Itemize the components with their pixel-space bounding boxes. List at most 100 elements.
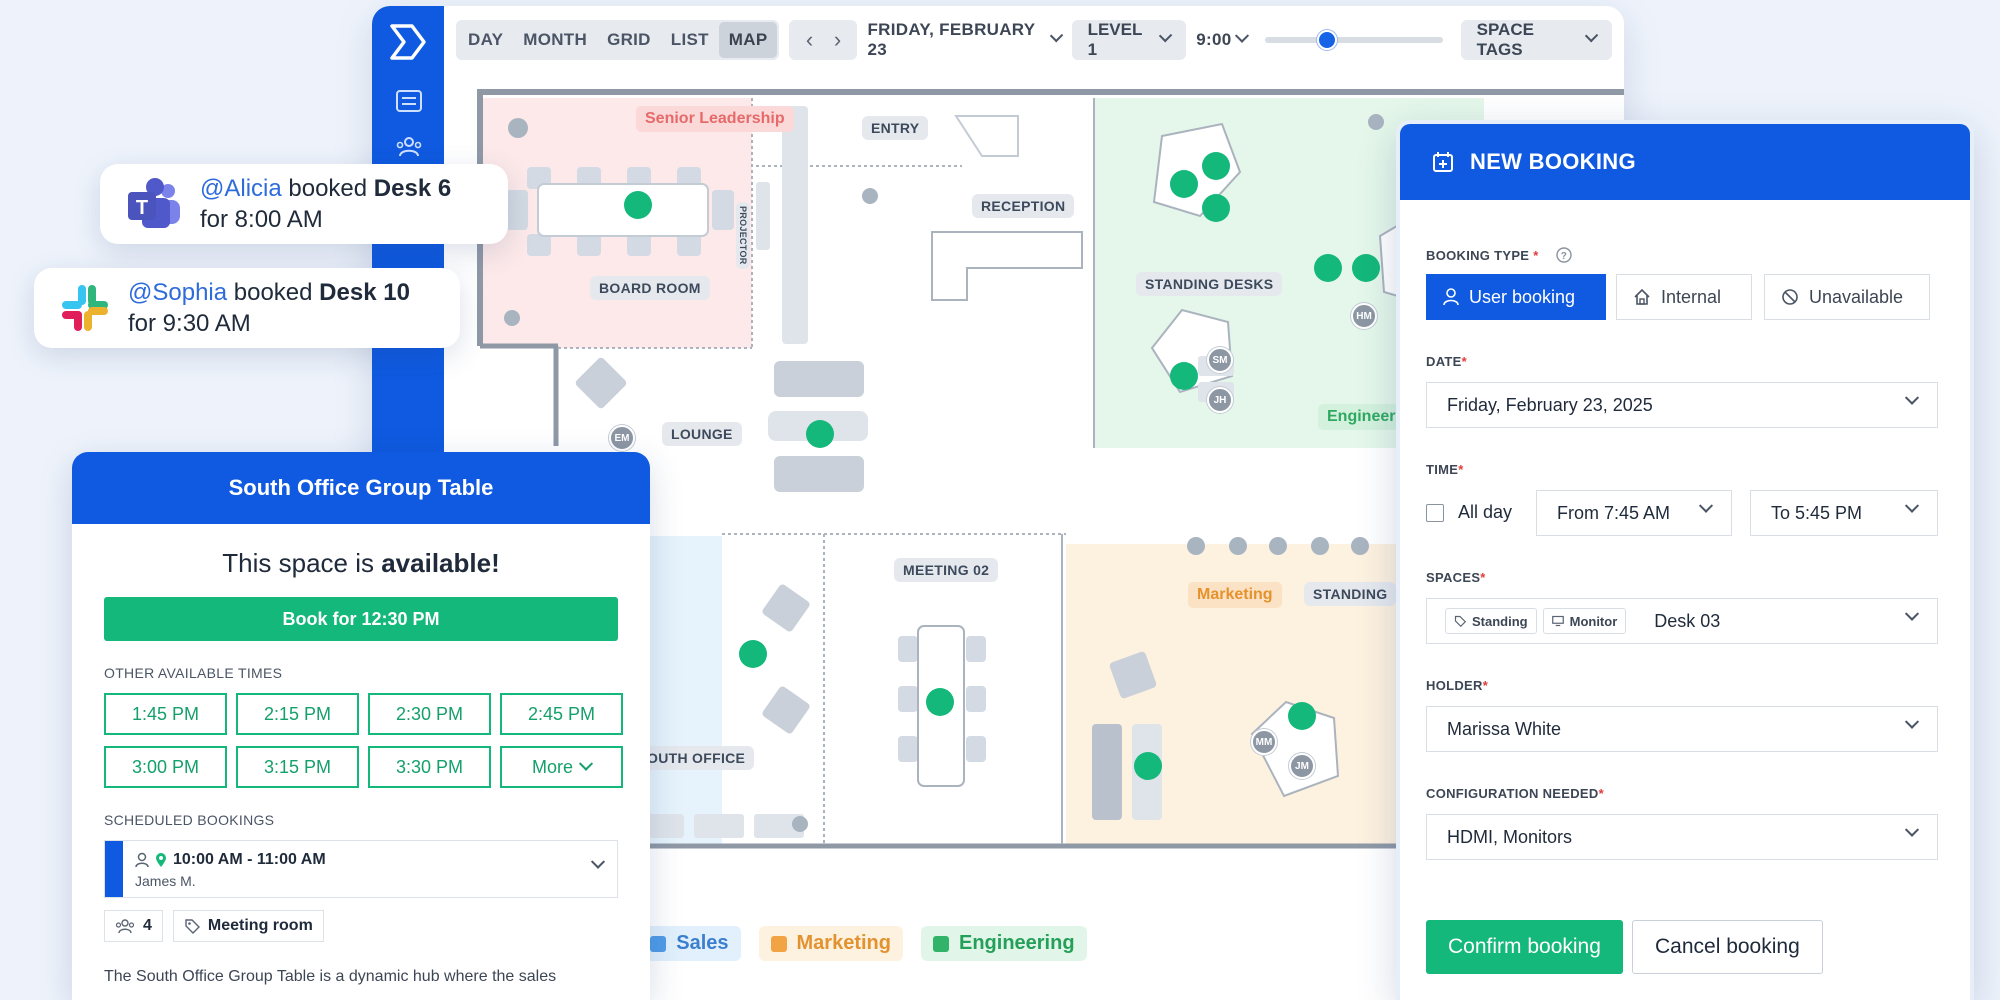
legend-label: Engineering xyxy=(958,932,1075,954)
scheduled-bookings-title: SCHEDULED BOOKINGS xyxy=(104,812,275,828)
notification-text: @Alicia booked Desk 6 for 8:00 AM xyxy=(200,173,451,235)
scheduled-booking-item[interactable]: 10:00 AM - 11:00 AM James M. xyxy=(104,840,618,898)
time-from-value: From 7:45 AM xyxy=(1557,502,1671,523)
date-select[interactable]: Friday, February 23, 2025 xyxy=(1426,382,1938,428)
new-booking-header: NEW BOOKING xyxy=(1400,124,1970,200)
svg-text:T: T xyxy=(136,197,148,219)
booking-type-internal-label: Internal xyxy=(1661,286,1722,307)
room-label-reception: RECEPTION xyxy=(972,194,1075,218)
time-from-select[interactable]: From 7:45 AM xyxy=(1536,490,1732,536)
time-to-select[interactable]: To 5:45 PM xyxy=(1750,490,1938,536)
occupied-marker xyxy=(806,420,834,448)
all-day-toggle[interactable]: All day xyxy=(1426,502,1512,523)
all-day-label: All day xyxy=(1458,502,1513,522)
occupied-marker xyxy=(1314,254,1342,282)
reception-desk xyxy=(931,231,1083,301)
avatar[interactable]: HM xyxy=(1351,303,1377,329)
all-day-checkbox[interactable] xyxy=(1426,503,1444,522)
required-mark: * xyxy=(1458,462,1464,477)
time-to-value: To 5:45 PM xyxy=(1771,502,1863,523)
booking-type-unavailable-label: Unavailable xyxy=(1809,286,1904,307)
room-label-entry: ENTRY xyxy=(862,116,929,140)
bench xyxy=(694,814,744,838)
tag-icon xyxy=(185,919,200,934)
time-slot-button[interactable]: 2:45 PM xyxy=(500,693,623,735)
time-slot-button[interactable]: 2:15 PM xyxy=(236,693,359,735)
booking-type-user-label: User booking xyxy=(1469,286,1576,307)
more-times-button[interactable]: More xyxy=(500,746,623,788)
notification-time: for 8:00 AM xyxy=(200,206,323,233)
book-now-button[interactable]: Book for 12:30 PM xyxy=(104,597,618,641)
avatar[interactable]: SM xyxy=(1207,347,1233,373)
holder-label-text: HOLDER xyxy=(1426,678,1483,693)
space-tag-standing-label: Standing xyxy=(1472,613,1528,629)
avatar[interactable]: MM xyxy=(1251,729,1277,755)
legend-item[interactable]: Marketing xyxy=(758,926,903,961)
space-title: South Office Group Table xyxy=(72,452,650,524)
chair xyxy=(762,686,810,734)
occupied-marker xyxy=(1170,362,1198,390)
notification-desk: Desk 10 xyxy=(319,279,410,306)
occupied-marker xyxy=(1288,702,1316,730)
armchair xyxy=(575,357,627,409)
booking-type-user[interactable]: User booking xyxy=(1426,274,1606,320)
time-slot-button[interactable]: 3:30 PM xyxy=(368,746,491,788)
time-slot-button[interactable]: 1:45 PM xyxy=(104,693,227,735)
notification-desk: Desk 6 xyxy=(373,175,452,202)
room-label-standing-desks: STANDING DESKS xyxy=(1136,272,1283,296)
shelving xyxy=(782,106,808,344)
time-label: TIME* xyxy=(1426,462,1464,477)
space-attributes: 4 Meeting room xyxy=(104,910,618,942)
room-label-board-room: BOARD ROOM xyxy=(590,276,710,300)
monitor-icon xyxy=(1551,615,1564,627)
chevron-down-icon xyxy=(578,756,594,771)
date-label: DATE* xyxy=(1426,354,1467,369)
required-mark: * xyxy=(1461,354,1467,369)
occupied-marker xyxy=(1202,152,1230,180)
confirm-booking-button[interactable]: Confirm booking xyxy=(1426,920,1623,974)
location-pin-icon xyxy=(156,853,166,867)
zone-label-senior-leadership: Senior Leadership xyxy=(636,106,794,132)
spaces-label: SPACES* xyxy=(1426,570,1486,585)
help-icon[interactable]: ? xyxy=(1555,246,1573,264)
legend-swatch xyxy=(650,935,667,952)
room-label-standing: STANDING xyxy=(1304,582,1397,606)
required-mark: * xyxy=(1533,247,1539,263)
zone-label-marketing: Marketing xyxy=(1188,582,1282,608)
time-slot-button[interactable]: 3:15 PM xyxy=(236,746,359,788)
avatar[interactable]: EM xyxy=(609,425,635,451)
booking-type-label-text: BOOKING TYPE xyxy=(1426,247,1530,263)
spaces-label-text: SPACES xyxy=(1426,570,1481,585)
legend-item[interactable]: Sales xyxy=(638,926,741,961)
avatar[interactable]: JM xyxy=(1289,753,1315,779)
chevron-down-icon[interactable] xyxy=(590,854,606,869)
legend-swatch xyxy=(770,935,787,952)
space-description: The South Office Group Table is a dynami… xyxy=(104,968,557,985)
notification-mention[interactable]: @Alicia xyxy=(200,175,282,202)
avatar[interactable]: JH xyxy=(1207,387,1233,413)
booking-type-unavailable[interactable]: Unavailable xyxy=(1764,274,1930,320)
time-slot-button[interactable]: 2:30 PM xyxy=(368,693,491,735)
room-type-value: Meeting room xyxy=(207,917,313,934)
home-icon xyxy=(1634,288,1650,305)
legend-item[interactable]: Engineering xyxy=(920,926,1087,961)
notification-card-sophia: @Sophia booked Desk 10 for 9:30 AM xyxy=(34,268,460,348)
holder-select[interactable]: Marissa White xyxy=(1426,706,1938,752)
chevron-down-icon xyxy=(1904,390,1920,405)
chevron-down-icon xyxy=(1698,498,1714,513)
more-times-label: More xyxy=(531,757,573,777)
time-slot-button[interactable]: 3:00 PM xyxy=(104,746,227,788)
notification-text: @Sophia booked Desk 10 for 9:30 AM xyxy=(128,277,410,339)
booking-color-bar xyxy=(105,841,123,897)
occupied-marker xyxy=(624,191,652,219)
cancel-booking-button[interactable]: Cancel booking xyxy=(1632,920,1823,974)
new-booking-panel: NEW BOOKING BOOKING TYPE * ? User booking… xyxy=(1396,120,1974,1000)
required-mark: * xyxy=(1482,678,1489,693)
calendar-add-icon xyxy=(1433,152,1453,172)
notification-mention[interactable]: @Sophia xyxy=(128,279,227,306)
spaces-select[interactable]: Standing Monitor Desk 03 xyxy=(1426,598,1938,644)
sofa xyxy=(774,456,864,492)
booking-type-internal[interactable]: Internal xyxy=(1616,274,1752,320)
chevron-down-icon xyxy=(1904,714,1920,729)
config-select[interactable]: HDMI, Monitors xyxy=(1426,814,1938,860)
